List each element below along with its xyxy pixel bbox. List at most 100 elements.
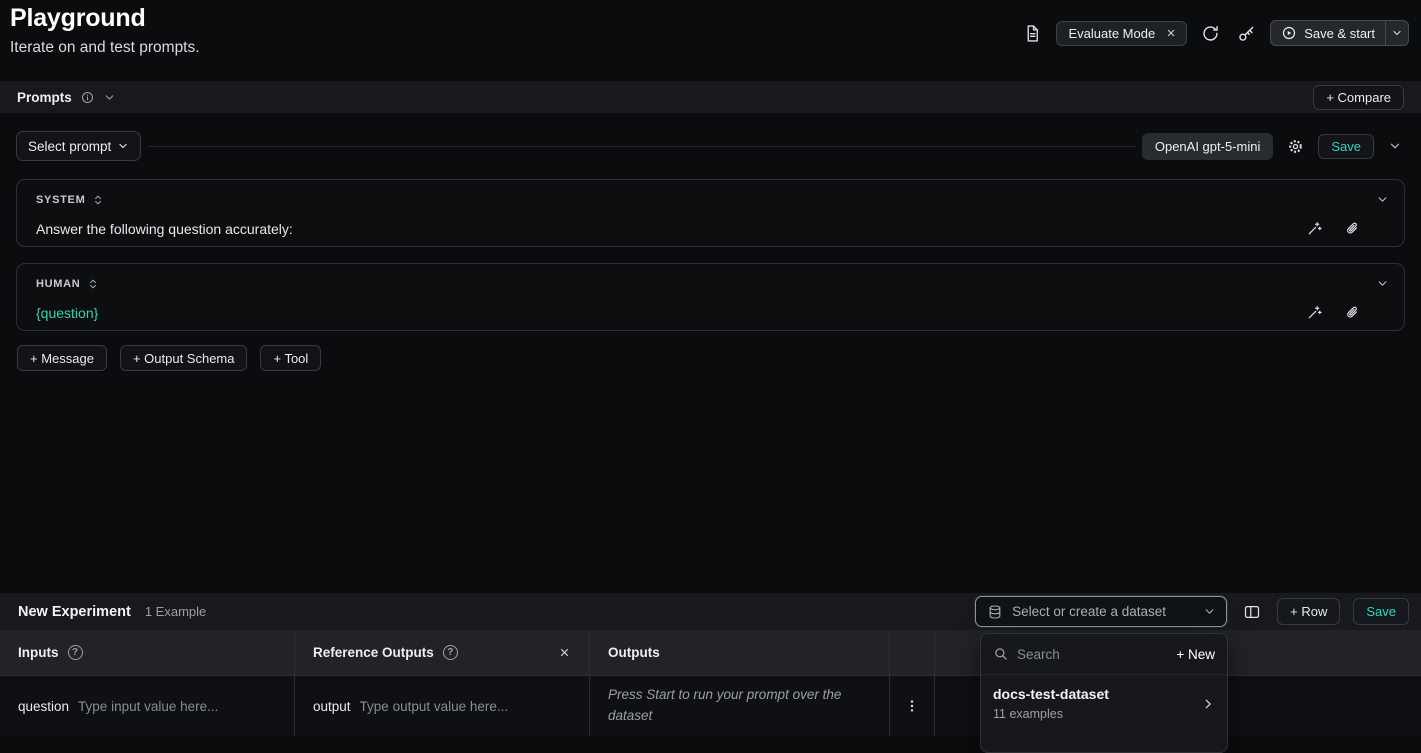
collapse-prompt-button[interactable] [1385, 136, 1405, 156]
input-key-label: question [18, 699, 69, 714]
reorder-icon[interactable] [87, 277, 99, 291]
add-row-button[interactable]: + Row [1277, 598, 1340, 625]
message-content[interactable]: Answer the following question accurately… [36, 221, 293, 237]
help-icon[interactable]: ? [443, 645, 458, 660]
inputs-column-header: Inputs ? [0, 630, 295, 675]
model-controls: OpenAI gpt-5-mini Save [1142, 133, 1405, 160]
playground-page: Playground Iterate on and test prompts. … [0, 0, 1421, 736]
inputs-header-label: Inputs [18, 645, 59, 660]
add-output-schema-button[interactable]: + Output Schema [120, 345, 248, 371]
empty-area [0, 371, 1421, 593]
prompt-save-button[interactable]: Save [1318, 134, 1374, 159]
actions-column-header [890, 630, 935, 675]
save-and-start-split-button: Save & start [1270, 20, 1409, 46]
evaluate-mode-chip[interactable]: Evaluate Mode [1056, 21, 1187, 46]
prompt-toolbar: Select prompt OpenAI gpt-5-mini Save [0, 113, 1421, 179]
chevron-down-icon [1203, 605, 1216, 618]
model-settings-button[interactable] [1284, 135, 1307, 158]
attach-file-button[interactable] [1341, 217, 1364, 240]
header-titles: Playground Iterate on and test prompts. [10, 4, 200, 81]
wand-icon [1306, 220, 1323, 237]
dataset-list-item[interactable]: docs-test-dataset 11 examples [981, 675, 1227, 732]
reference-outputs-header-label: Reference Outputs [313, 645, 434, 660]
dataset-item-meta: 11 examples [993, 707, 1193, 721]
help-icon[interactable]: ? [68, 645, 83, 660]
improve-prompt-button[interactable] [1303, 301, 1326, 324]
refresh-icon [1201, 24, 1220, 43]
prompt-messages: SYSTEM Answer the following question acc… [0, 179, 1421, 331]
reorder-icon[interactable] [92, 193, 104, 207]
page-title: Playground [10, 4, 200, 33]
dataset-search-row: + New [981, 634, 1227, 675]
human-message-block: HUMAN {question} [16, 263, 1405, 331]
add-tool-button[interactable]: + Tool [260, 345, 321, 371]
input-value-field[interactable] [78, 699, 278, 714]
model-chip[interactable]: OpenAI gpt-5-mini [1142, 133, 1274, 160]
reference-outputs-column-header: Reference Outputs ? [295, 630, 590, 675]
paperclip-icon [1344, 220, 1361, 237]
add-message-button[interactable]: + Message [17, 345, 107, 371]
message-body: Answer the following question accurately… [36, 217, 1388, 240]
reference-output-cell: output [295, 676, 590, 736]
dataset-select-button[interactable]: Select or create a dataset [975, 596, 1227, 627]
save-and-start-label: Save & start [1304, 26, 1375, 41]
database-icon [987, 604, 1003, 620]
prompt-actions: + Message + Output Schema + Tool [0, 331, 1421, 371]
chevron-down-icon [1391, 27, 1403, 39]
chevron-down-icon [1376, 193, 1389, 206]
collapse-message-button[interactable] [1376, 193, 1389, 206]
message-tools [1303, 217, 1364, 240]
experiment-controls: Select or create a dataset + Row Save [975, 596, 1409, 627]
dataset-dropdown: + New docs-test-dataset 11 examples [980, 633, 1228, 753]
page-header: Playground Iterate on and test prompts. … [0, 0, 1421, 81]
improve-prompt-button[interactable] [1303, 217, 1326, 240]
prompts-label: Prompts [17, 90, 72, 105]
chevron-down-icon [117, 140, 129, 152]
dots-vertical-icon [904, 698, 920, 714]
wand-icon [1306, 304, 1323, 321]
message-tools [1303, 301, 1364, 324]
evaluate-mode-label: Evaluate Mode [1068, 26, 1155, 41]
message-content-variable[interactable]: {question} [36, 305, 98, 321]
prompts-section-title[interactable]: Prompts [17, 90, 116, 105]
close-icon[interactable] [1164, 26, 1178, 40]
experiment-info: New Experiment 1 Example [18, 604, 206, 620]
paperclip-icon [1344, 304, 1361, 321]
chevron-down-icon[interactable] [103, 91, 116, 104]
chevron-down-icon [1376, 277, 1389, 290]
message-body: {question} [36, 301, 1388, 324]
row-actions-cell [890, 676, 935, 736]
page-subtitle: Iterate on and test prompts. [10, 39, 200, 57]
prompt-file-button[interactable] [1020, 21, 1045, 46]
experiment-save-button[interactable]: Save [1353, 598, 1409, 625]
remove-reference-outputs-button[interactable] [556, 644, 573, 661]
columns-icon [1243, 603, 1261, 621]
collapse-message-button[interactable] [1376, 277, 1389, 290]
output-value-field[interactable] [360, 699, 573, 714]
dataset-search-input[interactable] [1017, 647, 1168, 662]
system-message-block: SYSTEM Answer the following question acc… [16, 179, 1405, 247]
output-key-label: output [313, 699, 351, 714]
reset-playground-button[interactable] [1198, 21, 1223, 46]
play-circle-icon [1281, 25, 1297, 41]
file-icon [1023, 24, 1042, 43]
save-and-start-dropdown-button[interactable] [1385, 21, 1408, 45]
outputs-header-label: Outputs [608, 645, 660, 660]
new-dataset-button[interactable]: + New [1176, 647, 1215, 662]
save-and-start-button[interactable]: Save & start [1271, 21, 1385, 45]
outputs-column-header: Outputs [590, 630, 890, 675]
dataset-item-name: docs-test-dataset [993, 686, 1193, 702]
api-key-button[interactable] [1234, 21, 1259, 46]
compare-button[interactable]: + Compare [1313, 85, 1404, 110]
row-menu-button[interactable] [901, 695, 923, 717]
message-role-label: HUMAN [36, 278, 80, 290]
select-prompt-label: Select prompt [28, 139, 111, 154]
select-prompt-button[interactable]: Select prompt [16, 131, 141, 161]
experiment-bar: New Experiment 1 Example Select or creat… [0, 593, 1421, 630]
attach-file-button[interactable] [1341, 301, 1364, 324]
toggle-columns-button[interactable] [1240, 600, 1264, 624]
message-header: HUMAN [36, 275, 1388, 292]
search-icon [993, 646, 1009, 662]
example-count: 1 Example [145, 604, 206, 619]
chevron-right-icon [1201, 697, 1215, 711]
